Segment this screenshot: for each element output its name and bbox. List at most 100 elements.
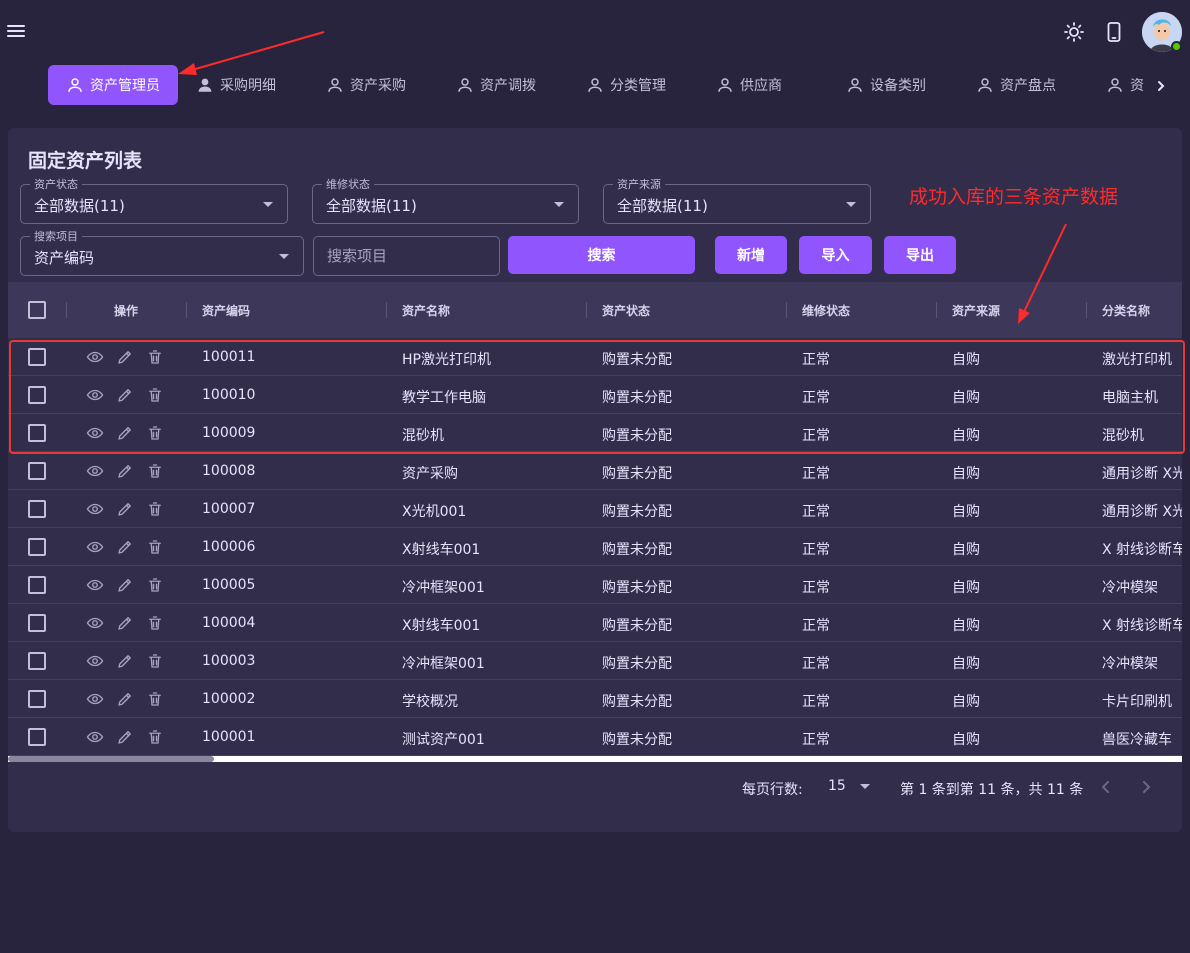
row-checkbox[interactable] <box>28 614 46 632</box>
table-row[interactable]: 100002 学校概况 购置未分配 正常 自购 卡片印刷机 <box>8 680 1182 718</box>
cell-repair-status: 正常 <box>802 504 830 520</box>
row-checkbox[interactable] <box>28 728 46 746</box>
brightness-icon[interactable] <box>1062 20 1086 44</box>
row-checkbox[interactable] <box>28 348 46 366</box>
cell-asset-code: 100002 <box>202 691 256 707</box>
row-checkbox[interactable] <box>28 652 46 670</box>
edit-icon[interactable] <box>116 500 134 518</box>
column-header-asset-status[interactable]: 资产状态 <box>602 302 650 319</box>
edit-icon[interactable] <box>116 386 134 404</box>
edit-icon[interactable] <box>116 576 134 594</box>
chevron-right-icon[interactable] <box>1137 778 1155 796</box>
rows-per-page-select[interactable]: 15 <box>828 778 871 794</box>
phone-icon[interactable] <box>1102 20 1126 44</box>
edit-icon[interactable] <box>116 348 134 366</box>
search-input[interactable] <box>313 236 500 276</box>
export-button[interactable]: 导出 <box>884 236 956 274</box>
view-icon[interactable] <box>86 462 104 480</box>
delete-icon[interactable] <box>146 500 164 518</box>
column-header-actions[interactable]: 操作 <box>114 302 138 319</box>
table-row[interactable]: 100001 测试资产001 购置未分配 正常 自购 兽医冷藏车 <box>8 718 1182 756</box>
tab-bar: 资产管理员 采购明细 资产采购 资产调拨 分类管理 供应商 设备类别 资产盘点 … <box>0 62 1190 108</box>
import-button[interactable]: 导入 <box>799 236 872 274</box>
row-checkbox[interactable] <box>28 690 46 708</box>
tab-equipment-category[interactable]: 设备类别 <box>846 65 956 105</box>
column-header-asset-code[interactable]: 资产编码 <box>202 302 250 319</box>
tab-more[interactable]: 资 <box>1106 65 1144 105</box>
cell-asset-code: 100010 <box>202 387 256 403</box>
menu-icon[interactable] <box>6 22 26 40</box>
tab-supplier[interactable]: 供应商 <box>716 65 826 105</box>
search-button[interactable]: 搜索 <box>508 236 695 274</box>
edit-icon[interactable] <box>116 462 134 480</box>
chevron-right-icon[interactable] <box>1152 76 1170 96</box>
row-checkbox[interactable] <box>28 576 46 594</box>
asset-source-select[interactable]: 资产来源 全部数据(11) <box>603 176 871 224</box>
scrollbar-thumb[interactable] <box>8 756 214 762</box>
edit-icon[interactable] <box>116 538 134 556</box>
view-icon[interactable] <box>86 348 104 366</box>
view-icon[interactable] <box>86 500 104 518</box>
row-checkbox[interactable] <box>28 500 46 518</box>
cell-asset-status: 购置未分配 <box>602 618 672 634</box>
caret-down-icon <box>860 783 871 789</box>
horizontal-scrollbar[interactable] <box>8 756 1182 762</box>
repair-status-select[interactable]: 维修状态 全部数据(11) <box>312 176 579 224</box>
delete-icon[interactable] <box>146 462 164 480</box>
table-row[interactable]: 100004 X射线车001 购置未分配 正常 自购 X 射线诊断车 <box>8 604 1182 642</box>
view-icon[interactable] <box>86 386 104 404</box>
select-all-checkbox[interactable] <box>28 301 46 319</box>
table-row[interactable]: 100007 X光机001 购置未分配 正常 自购 通用诊断 X光 <box>8 490 1182 528</box>
delete-icon[interactable] <box>146 652 164 670</box>
view-icon[interactable] <box>86 576 104 594</box>
table-row[interactable]: 100005 冷冲框架001 购置未分配 正常 自购 冷冲模架 <box>8 566 1182 604</box>
view-icon[interactable] <box>86 728 104 746</box>
column-header-repair-status[interactable]: 维修状态 <box>802 302 850 319</box>
tab-purchase-detail[interactable]: 采购明细 <box>196 65 306 105</box>
asset-status-select[interactable]: 资产状态 全部数据(11) <box>20 176 288 224</box>
table-row[interactable]: 100008 资产采购 购置未分配 正常 自购 通用诊断 X光 <box>8 452 1182 490</box>
row-checkbox[interactable] <box>28 462 46 480</box>
edit-icon[interactable] <box>116 652 134 670</box>
table-row[interactable]: 100009 混砂机 购置未分配 正常 自购 混砂机 <box>8 414 1182 452</box>
edit-icon[interactable] <box>116 424 134 442</box>
view-icon[interactable] <box>86 614 104 632</box>
tab-asset-transfer[interactable]: 资产调拨 <box>456 65 566 105</box>
tab-asset-admin[interactable]: 资产管理员 <box>48 65 178 105</box>
delete-icon[interactable] <box>146 424 164 442</box>
table-row[interactable]: 100003 冷冲框架001 购置未分配 正常 自购 冷冲模架 <box>8 642 1182 680</box>
row-checkbox[interactable] <box>28 386 46 404</box>
delete-icon[interactable] <box>146 348 164 366</box>
tab-asset-purchase[interactable]: 资产采购 <box>326 65 436 105</box>
delete-icon[interactable] <box>146 538 164 556</box>
top-bar <box>0 0 1190 62</box>
edit-icon[interactable] <box>116 690 134 708</box>
view-icon[interactable] <box>86 652 104 670</box>
view-icon[interactable] <box>86 538 104 556</box>
tab-asset-inventory[interactable]: 资产盘点 <box>976 65 1086 105</box>
delete-icon[interactable] <box>146 614 164 632</box>
delete-icon[interactable] <box>146 728 164 746</box>
edit-icon[interactable] <box>116 614 134 632</box>
table-row[interactable]: 100010 教学工作电脑 购置未分配 正常 自购 电脑主机 <box>8 376 1182 414</box>
row-checkbox[interactable] <box>28 538 46 556</box>
delete-icon[interactable] <box>146 576 164 594</box>
table-row[interactable]: 100006 X射线车001 购置未分配 正常 自购 X 射线诊断车 <box>8 528 1182 566</box>
tab-category-management[interactable]: 分类管理 <box>586 65 696 105</box>
cell-category: 兽医冷藏车 <box>1102 732 1172 748</box>
edit-icon[interactable] <box>116 728 134 746</box>
column-header-asset-name[interactable]: 资产名称 <box>402 302 450 319</box>
search-field-select[interactable]: 搜索项目 资产编码 <box>20 228 304 276</box>
view-icon[interactable] <box>86 690 104 708</box>
add-button[interactable]: 新增 <box>715 236 787 274</box>
user-icon <box>68 78 82 92</box>
user-filled-icon <box>198 78 212 92</box>
column-header-asset-source[interactable]: 资产来源 <box>952 302 1000 319</box>
column-header-category[interactable]: 分类名称 <box>1102 302 1150 319</box>
delete-icon[interactable] <box>146 386 164 404</box>
chevron-left-icon[interactable] <box>1097 778 1115 796</box>
row-checkbox[interactable] <box>28 424 46 442</box>
view-icon[interactable] <box>86 424 104 442</box>
table-row[interactable]: 100011 HP激光打印机 购置未分配 正常 自购 激光打印机 <box>8 338 1182 376</box>
delete-icon[interactable] <box>146 690 164 708</box>
